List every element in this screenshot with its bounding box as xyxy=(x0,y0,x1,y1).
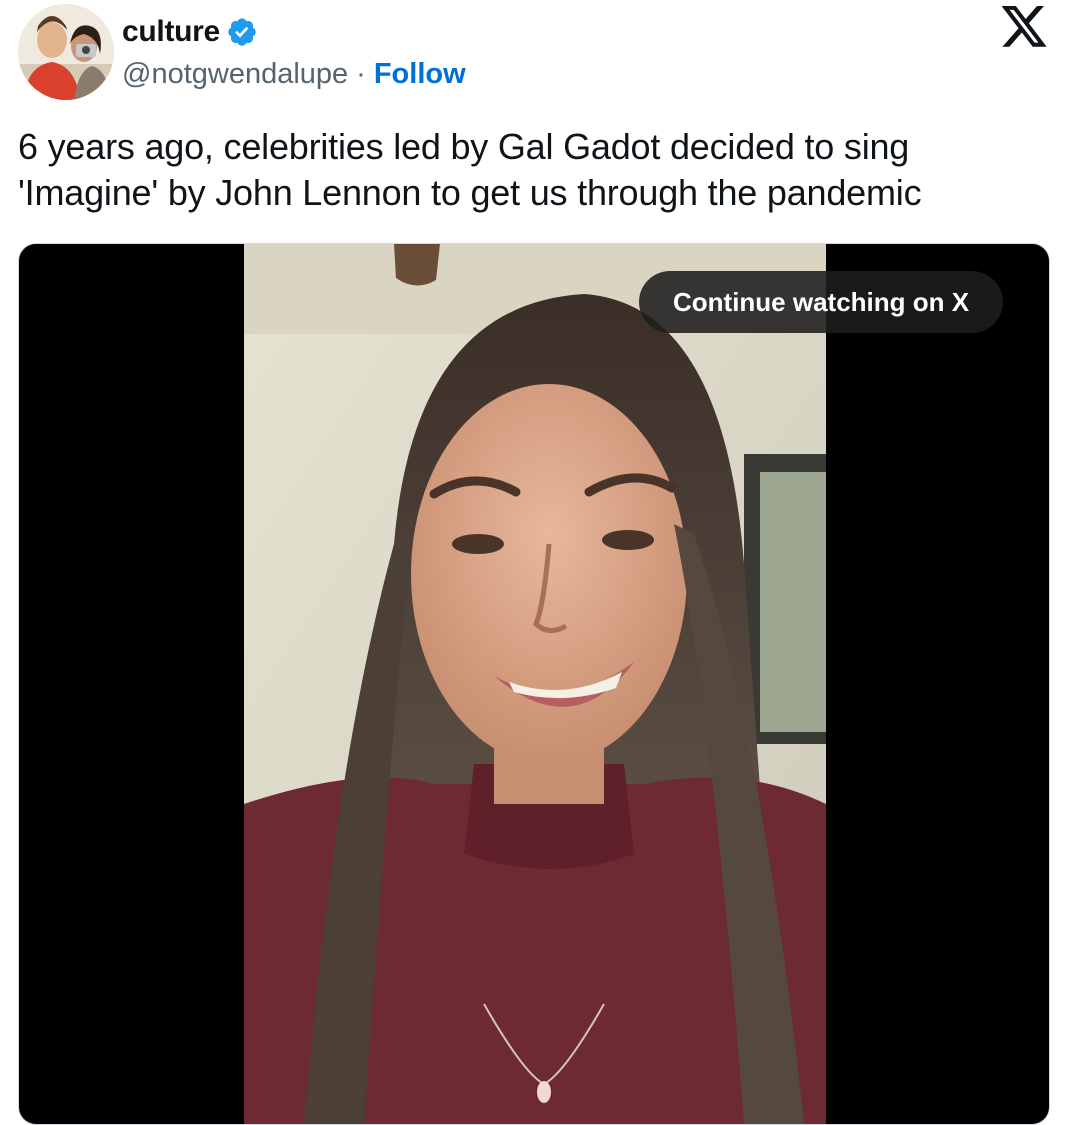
separator-dot: · xyxy=(356,57,366,90)
tweet-text: 6 years ago, celebrities led by Gal Gado… xyxy=(18,124,1058,216)
continue-watching-button[interactable]: Continue watching on X xyxy=(639,271,1004,333)
verified-badge-icon xyxy=(226,16,258,48)
tweet-header: culture @notgwendalupe · Follow xyxy=(0,0,1074,110)
tweet-text-line-2: 'Imagine' by John Lennon to get us throu… xyxy=(18,172,922,213)
display-name[interactable]: culture xyxy=(122,15,220,49)
x-logo-icon[interactable] xyxy=(998,6,1050,52)
avatar[interactable] xyxy=(18,4,114,100)
video-player[interactable]: Continue watching on X xyxy=(18,243,1050,1125)
author-handle[interactable]: @notgwendalupe xyxy=(122,58,348,91)
tweet-text-line-1: 6 years ago, celebrities led by Gal Gado… xyxy=(18,126,910,167)
display-name-row: culture xyxy=(122,12,258,52)
follow-button[interactable]: Follow xyxy=(374,58,466,91)
handle-row: @notgwendalupe · Follow xyxy=(122,56,466,92)
video-frame[interactable] xyxy=(244,244,826,1124)
